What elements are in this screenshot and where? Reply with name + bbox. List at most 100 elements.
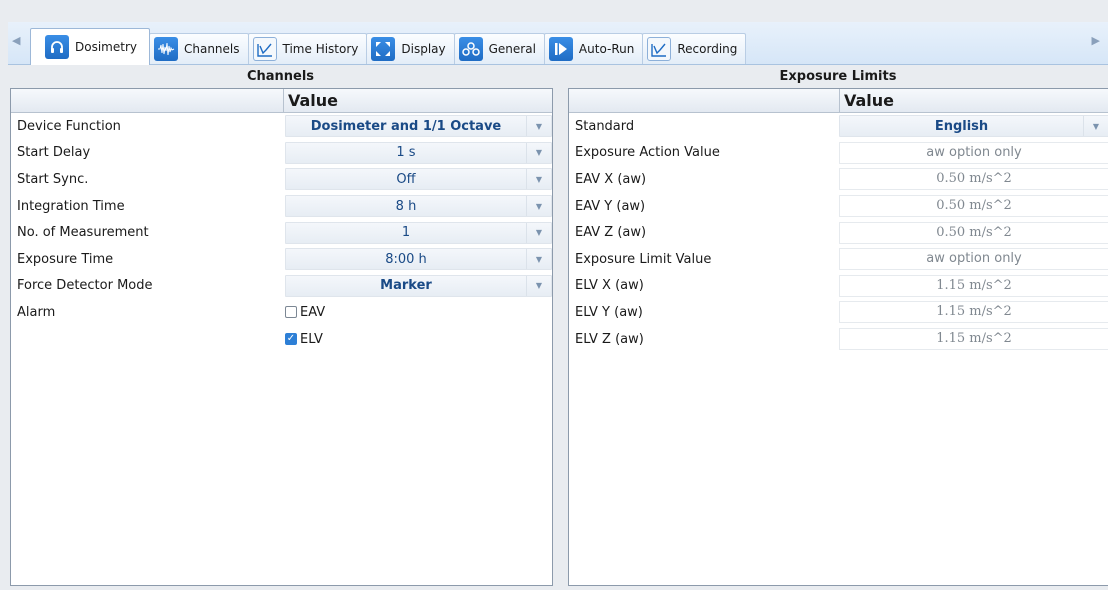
chevron-down-icon[interactable]: ▼	[526, 249, 551, 270]
property-value: 0.50 m/s^2	[839, 221, 1108, 244]
tab-label: Display	[401, 42, 446, 56]
exposure-limits-title: Exposure Limits	[779, 69, 897, 84]
start-delay-dropdown[interactable]: 1 s ▼	[285, 141, 552, 164]
tab-label: General	[488, 42, 536, 56]
property-value: 1.15 m/s^2	[839, 328, 1108, 351]
tab-recording[interactable]: Recording	[642, 33, 747, 64]
property-row-eav-y: EAV Y (aw) 0.50 m/s^2	[569, 193, 1108, 220]
dropdown-value: 1 s	[396, 145, 416, 161]
elv-checkbox[interactable]: ✓ ELV	[285, 332, 323, 347]
property-row-standard: Standard English ▼	[569, 113, 1108, 140]
property-name: No. of Measurement	[17, 225, 149, 241]
start-sync-dropdown[interactable]: Off ▼	[285, 168, 552, 191]
channels-title: Channels	[246, 69, 315, 84]
property-row-integration-time: Integration Time 8 h ▼	[11, 193, 552, 220]
value-column-header: Value	[283, 89, 552, 112]
property-name: EAV Y (aw)	[575, 198, 646, 214]
property-name: Standard	[575, 118, 635, 134]
property-row-elv-x: ELV X (aw) 1.15 m/s^2	[569, 273, 1108, 300]
chevron-down-icon[interactable]: ▼	[526, 116, 551, 137]
property-row-elv-z: ELV Z (aw) 1.15 m/s^2	[569, 326, 1108, 353]
property-value: aw option only	[839, 248, 1108, 271]
scroll-right-icon[interactable]: ▶	[1092, 34, 1100, 47]
dropdown-value: Dosimeter and 1/1 Octave	[310, 118, 502, 134]
play-icon	[548, 37, 573, 61]
standard-dropdown[interactable]: English ▼	[839, 115, 1108, 138]
property-name: Exposure Time	[17, 251, 114, 267]
no-of-measurement-dropdown[interactable]: 1 ▼	[285, 221, 552, 244]
dropdown-value: 1	[401, 225, 411, 241]
property-name: Exposure Limit Value	[575, 251, 712, 267]
checkbox-label: ELV	[300, 331, 323, 347]
eav-checkbox[interactable]: EAV	[285, 305, 325, 320]
checkbox-box[interactable]	[285, 306, 297, 319]
chevron-down-icon[interactable]: ▼	[526, 142, 551, 163]
value-column-header: Value	[839, 89, 1108, 112]
property-row-elv-y: ELV Y (aw) 1.15 m/s^2	[569, 299, 1108, 326]
tab-dosimetry[interactable]: Dosimetry	[30, 28, 150, 65]
grid-header: Value	[569, 89, 1108, 113]
tab-channels[interactable]: Channels	[148, 33, 249, 64]
chevron-down-icon[interactable]: ▼	[526, 169, 551, 190]
dropdown-value: Marker	[380, 278, 432, 294]
property-value: 0.50 m/s^2	[839, 195, 1108, 218]
line-chart-icon	[252, 37, 277, 61]
tab-time-history[interactable]: Time History	[247, 33, 368, 64]
chevron-down-icon[interactable]: ▼	[526, 222, 551, 243]
tab-strip: ◀ Dosimetry Channels Time History Displa…	[8, 22, 1108, 65]
dropdown-value: 8 h	[395, 198, 417, 214]
chevron-down-icon[interactable]: ▼	[526, 196, 551, 217]
property-row-alarm-elv: ✓ ELV	[11, 326, 552, 353]
scroll-left-icon[interactable]: ◀	[12, 34, 20, 47]
tab-display[interactable]: Display	[366, 33, 455, 64]
property-row-start-delay: Start Delay 1 s ▼	[11, 140, 552, 167]
property-row-eav-x: EAV X (aw) 0.50 m/s^2	[569, 166, 1108, 193]
property-name: ELV Z (aw)	[575, 331, 644, 347]
exposure-time-dropdown[interactable]: 8:00 h ▼	[285, 248, 552, 271]
property-row-exposure-action-value: Exposure Action Value aw option only	[569, 140, 1108, 167]
checkmark-icon[interactable]: ✓	[285, 333, 297, 346]
property-value: 1.15 m/s^2	[839, 301, 1108, 324]
property-name: ELV Y (aw)	[575, 304, 643, 320]
dropdown-value: English	[934, 118, 989, 134]
property-name: EAV Z (aw)	[575, 225, 647, 241]
gears-icon	[458, 37, 483, 61]
property-name: Force Detector Mode	[17, 278, 153, 294]
expand-arrows-icon	[371, 37, 396, 61]
property-row-device-function: Device Function Dosimeter and 1/1 Octave…	[11, 113, 552, 140]
waveform-icon	[153, 37, 178, 61]
grid-header: Value	[11, 89, 552, 113]
property-value: 0.50 m/s^2	[839, 168, 1108, 191]
property-row-exposure-time: Exposure Time 8:00 h ▼	[11, 246, 552, 273]
tab-label: Time History	[282, 42, 359, 56]
integration-time-dropdown[interactable]: 8 h ▼	[285, 195, 552, 218]
property-row-exposure-limit-value: Exposure Limit Value aw option only	[569, 246, 1108, 273]
property-value: 1.15 m/s^2	[839, 274, 1108, 297]
property-row-start-sync: Start Sync. Off ▼	[11, 166, 552, 193]
dropdown-value: Off	[396, 171, 416, 187]
device-function-dropdown[interactable]: Dosimeter and 1/1 Octave ▼	[285, 115, 552, 138]
tab-label: Recording	[677, 42, 738, 56]
name-column-header	[11, 89, 283, 112]
tab-auto-run[interactable]: Auto-Run	[543, 33, 644, 64]
property-name: Device Function	[17, 118, 121, 134]
property-row-eav-z: EAV Z (aw) 0.50 m/s^2	[569, 219, 1108, 246]
headphones-icon	[45, 35, 69, 59]
tab-list: Dosimetry Channels Time History Display …	[30, 28, 747, 65]
property-name: Alarm	[17, 304, 56, 320]
property-row-force-detector-mode: Force Detector Mode Marker ▼	[11, 273, 552, 300]
tab-general[interactable]: General	[453, 33, 545, 64]
exposure-limits-grid: Value Standard English ▼ Exposure Action…	[568, 88, 1108, 586]
property-row-alarm: Alarm EAV	[11, 299, 552, 326]
force-detector-mode-dropdown[interactable]: Marker ▼	[285, 274, 552, 297]
name-column-header	[569, 89, 839, 112]
property-name: Integration Time	[17, 198, 125, 214]
property-name: EAV X (aw)	[575, 171, 647, 187]
tab-label: Channels	[183, 42, 240, 56]
chevron-down-icon[interactable]: ▼	[1083, 116, 1108, 137]
line-chart-icon	[647, 37, 672, 61]
property-row-no-of-measurement: No. of Measurement 1 ▼	[11, 219, 552, 246]
tab-label: Dosimetry	[75, 40, 137, 54]
property-value: aw option only	[839, 141, 1108, 164]
chevron-down-icon[interactable]: ▼	[526, 275, 551, 296]
